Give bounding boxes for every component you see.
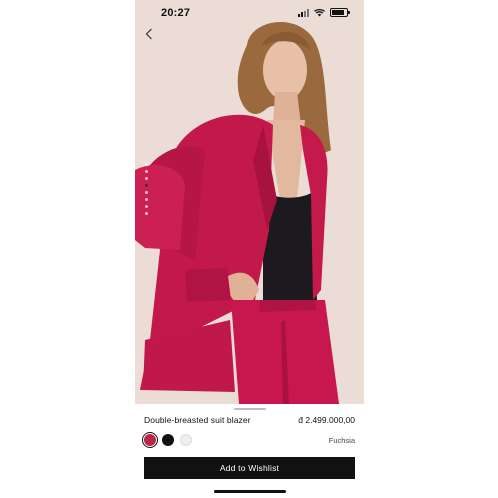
gallery-dot[interactable] <box>145 198 148 201</box>
gallery-dot[interactable] <box>145 191 148 194</box>
color-swatch-white[interactable] <box>180 434 192 446</box>
gallery-dot[interactable] <box>145 184 148 187</box>
cellular-signal-icon <box>298 8 309 17</box>
gallery-dot[interactable] <box>145 205 148 208</box>
product-photo[interactable]: 20:27 <box>135 0 364 404</box>
color-swatch-fuchsia[interactable] <box>144 434 156 446</box>
selected-color-name: Fuchsia <box>328 436 355 445</box>
product-name: Double-breasted suit blazer <box>144 415 251 425</box>
product-price: đ 2.499.000,00 <box>298 415 355 425</box>
gallery-pagination[interactable] <box>145 163 148 215</box>
color-swatch-black[interactable] <box>162 434 174 446</box>
gallery-dot[interactable] <box>145 163 148 166</box>
gallery-dot[interactable] <box>145 170 148 173</box>
back-button[interactable] <box>141 26 157 42</box>
battery-level <box>332 10 344 15</box>
sheet-handle[interactable] <box>234 408 266 410</box>
home-indicator <box>214 490 286 493</box>
add-to-wishlist-button[interactable]: Add to Wishlist <box>144 457 355 479</box>
color-swatches <box>144 434 192 446</box>
model-image <box>135 0 364 404</box>
gallery-dot[interactable] <box>145 212 148 215</box>
battery-icon <box>330 8 350 17</box>
status-bar: 20:27 <box>135 0 364 26</box>
gallery-dot[interactable] <box>145 177 148 180</box>
screen: 20:27 Double-breasted suit blazer đ 2.49… <box>0 0 498 498</box>
status-icons <box>298 8 350 17</box>
chevron-left-icon <box>145 28 152 40</box>
wifi-icon <box>314 8 325 16</box>
product-detail-screen: 20:27 Double-breasted suit blazer đ 2.49… <box>135 0 364 498</box>
status-time: 20:27 <box>161 7 191 19</box>
